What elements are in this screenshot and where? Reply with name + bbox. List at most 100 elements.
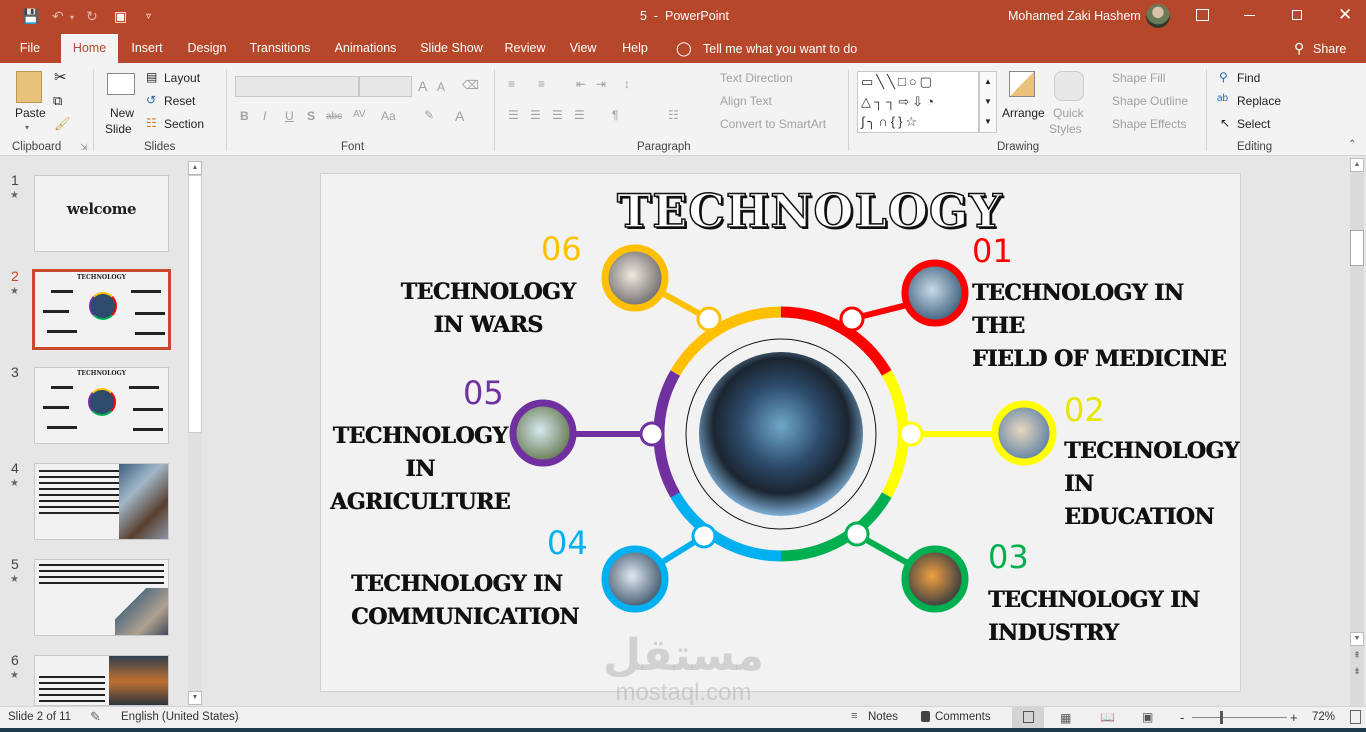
item-label-01[interactable]: TECHNOLOGY IN THE FIELD OF MEDICINE bbox=[972, 277, 1240, 376]
reset-button[interactable]: Reset bbox=[164, 94, 195, 108]
clear-formatting-icon[interactable]: ⌫ bbox=[462, 78, 479, 92]
tab-design[interactable]: Design bbox=[182, 34, 232, 63]
tab-slide-show[interactable]: Slide Show bbox=[414, 34, 489, 63]
grow-font-icon[interactable]: A bbox=[418, 78, 427, 94]
shapes-gallery[interactable]: ▭╲╲□○▢ △┐┐⇨⇩◔ ∫╮∩{}☆ bbox=[857, 71, 979, 133]
new-slide-button-line2[interactable]: Slide bbox=[105, 122, 132, 136]
item-label-06[interactable]: TECHNOLOGY IN WARS bbox=[399, 276, 577, 342]
scroll-up-button[interactable]: ▲ bbox=[1350, 158, 1364, 172]
slide-title[interactable]: TECHNOLOGY bbox=[616, 183, 1003, 239]
italic-button[interactable]: I bbox=[263, 109, 266, 123]
convert-smartart-button[interactable]: Convert to SmartArt bbox=[720, 117, 826, 131]
slide-canvas[interactable]: TECHNOLOGY 01 TECHNOLOGY IN THE FIELD OF … bbox=[320, 173, 1241, 692]
customize-qat-icon[interactable]: ▿ bbox=[146, 11, 151, 22]
decrease-indent-icon[interactable]: ⇤ bbox=[576, 77, 586, 91]
scroll-thumb[interactable] bbox=[1350, 230, 1364, 266]
zoom-slider[interactable] bbox=[1192, 717, 1287, 718]
align-left-icon[interactable]: ☰ bbox=[508, 108, 519, 122]
item-label-03[interactable]: TECHNOLOGY IN INDUSTRY bbox=[988, 584, 1200, 650]
reading-view-button[interactable]: 📖 bbox=[1100, 710, 1115, 724]
paste-dropdown-icon[interactable]: ▾ bbox=[25, 123, 29, 132]
language-indicator[interactable]: English (United States) bbox=[121, 711, 239, 723]
scroll-thumb[interactable] bbox=[188, 175, 202, 433]
select-button[interactable]: Select bbox=[1237, 117, 1270, 131]
slide-thumbnail-6[interactable] bbox=[34, 655, 169, 706]
start-from-beginning-icon[interactable]: ▣ bbox=[114, 8, 127, 25]
undo-icon[interactable]: ↶ bbox=[52, 8, 64, 25]
shape-effects-button[interactable]: Shape Effects bbox=[1112, 117, 1187, 131]
tab-help[interactable]: Help bbox=[614, 34, 656, 63]
character-spacing-button[interactable]: AV bbox=[353, 109, 366, 120]
shadow-button[interactable]: S bbox=[307, 109, 315, 123]
quick-styles-button[interactable]: Quick bbox=[1053, 106, 1084, 120]
arrange-icon[interactable] bbox=[1009, 71, 1035, 97]
user-name[interactable]: Mohamed Zaki Hashem bbox=[1008, 9, 1141, 23]
tab-review[interactable]: Review bbox=[500, 34, 550, 63]
slide-thumbnail-1[interactable]: welcome bbox=[34, 175, 169, 252]
scroll-down-button[interactable]: ▼ bbox=[188, 691, 202, 705]
scroll-down-button[interactable]: ▼ bbox=[1350, 632, 1364, 646]
slide-scrollbar[interactable]: ▲ ▼ ⇞ ⇟ bbox=[1350, 158, 1364, 706]
slide-show-button[interactable]: ▣ bbox=[1142, 710, 1153, 724]
new-slide-button[interactable]: New bbox=[110, 106, 134, 120]
text-direction-button[interactable]: Text Direction bbox=[720, 71, 793, 85]
tab-file[interactable]: File bbox=[8, 34, 52, 63]
shrink-font-icon[interactable]: A bbox=[437, 80, 445, 94]
section-button[interactable]: Section bbox=[164, 117, 204, 131]
increase-indent-icon[interactable]: ⇥ bbox=[596, 77, 606, 91]
highlight-icon[interactable]: ✎ bbox=[424, 108, 434, 122]
font-size-dropdown[interactable] bbox=[359, 76, 412, 97]
paste-button[interactable]: Paste bbox=[15, 106, 46, 120]
strikethrough-button[interactable]: abc bbox=[326, 111, 342, 122]
underline-button[interactable]: U bbox=[285, 109, 294, 123]
zoom-slider-thumb[interactable] bbox=[1220, 711, 1223, 724]
layout-button[interactable]: Layout bbox=[164, 71, 200, 85]
slide-thumbnail-5[interactable] bbox=[34, 559, 169, 636]
zoom-level[interactable]: 72% bbox=[1312, 711, 1335, 723]
justify-icon[interactable]: ☰ bbox=[574, 108, 585, 122]
shapes-scroll[interactable]: ▲ ▼ ▼ bbox=[979, 71, 997, 133]
tab-transitions[interactable]: Transitions bbox=[246, 34, 314, 63]
paste-icon[interactable] bbox=[16, 71, 42, 103]
arrange-button[interactable]: Arrange bbox=[1002, 106, 1045, 120]
undo-dropdown-icon[interactable]: ▾ bbox=[70, 13, 74, 22]
ribbon-display-options-icon[interactable] bbox=[1196, 9, 1209, 21]
normal-view-button[interactable] bbox=[1012, 707, 1044, 728]
thumbnails-scrollbar[interactable]: ▲ ▼ bbox=[188, 161, 202, 705]
zoom-out-button[interactable]: - bbox=[1180, 710, 1184, 725]
item-label-05[interactable]: TECHNOLOGY IN AGRICULTURE bbox=[329, 420, 511, 519]
share-button[interactable]: Share bbox=[1313, 42, 1346, 56]
redo-icon[interactable]: ↻ bbox=[86, 8, 98, 25]
tab-home[interactable]: Home bbox=[61, 34, 118, 63]
previous-slide-button[interactable]: ⇞ bbox=[1350, 650, 1364, 661]
quick-styles-button-line2[interactable]: Styles bbox=[1049, 122, 1082, 136]
zoom-in-button[interactable]: + bbox=[1290, 710, 1298, 725]
copy-icon[interactable]: ⧉ bbox=[53, 93, 62, 109]
change-case-button[interactable]: Aa bbox=[381, 109, 396, 123]
find-button[interactable]: Find bbox=[1237, 71, 1260, 85]
text-direction-ltr-icon[interactable]: ¶ bbox=[612, 108, 618, 122]
font-name-dropdown[interactable] bbox=[235, 76, 359, 97]
format-painter-icon[interactable]: 🖌 bbox=[54, 116, 71, 132]
restore-icon[interactable] bbox=[1292, 10, 1302, 20]
numbering-icon[interactable]: ≡ bbox=[538, 77, 545, 91]
next-slide-button[interactable]: ⇟ bbox=[1350, 666, 1364, 677]
new-slide-icon[interactable] bbox=[107, 73, 135, 95]
collapse-ribbon-icon[interactable]: ⌃ bbox=[1348, 139, 1356, 150]
slide-thumbnail-2[interactable]: TECHNOLOGY bbox=[32, 269, 171, 350]
cut-icon[interactable]: ✂ bbox=[54, 68, 67, 86]
slide-thumbnail-3[interactable]: TECHNOLOGY bbox=[34, 367, 169, 444]
shape-fill-button[interactable]: Shape Fill bbox=[1112, 71, 1165, 85]
bold-button[interactable]: B bbox=[240, 109, 249, 123]
tell-me-search[interactable]: Tell me what you want to do bbox=[703, 42, 857, 56]
align-center-icon[interactable]: ☰ bbox=[530, 108, 541, 122]
scroll-up-button[interactable]: ▲ bbox=[188, 161, 202, 175]
dialog-launcher-icon[interactable]: ⇲ bbox=[80, 142, 88, 153]
replace-button[interactable]: Replace bbox=[1237, 94, 1281, 108]
shape-outline-button[interactable]: Shape Outline bbox=[1112, 94, 1188, 108]
tab-insert[interactable]: Insert bbox=[124, 34, 170, 63]
tab-animations[interactable]: Animations bbox=[328, 34, 403, 63]
align-text-button[interactable]: Align Text bbox=[720, 94, 772, 108]
save-icon[interactable]: 💾 bbox=[22, 8, 39, 25]
bullets-icon[interactable]: ≡ bbox=[508, 77, 515, 91]
